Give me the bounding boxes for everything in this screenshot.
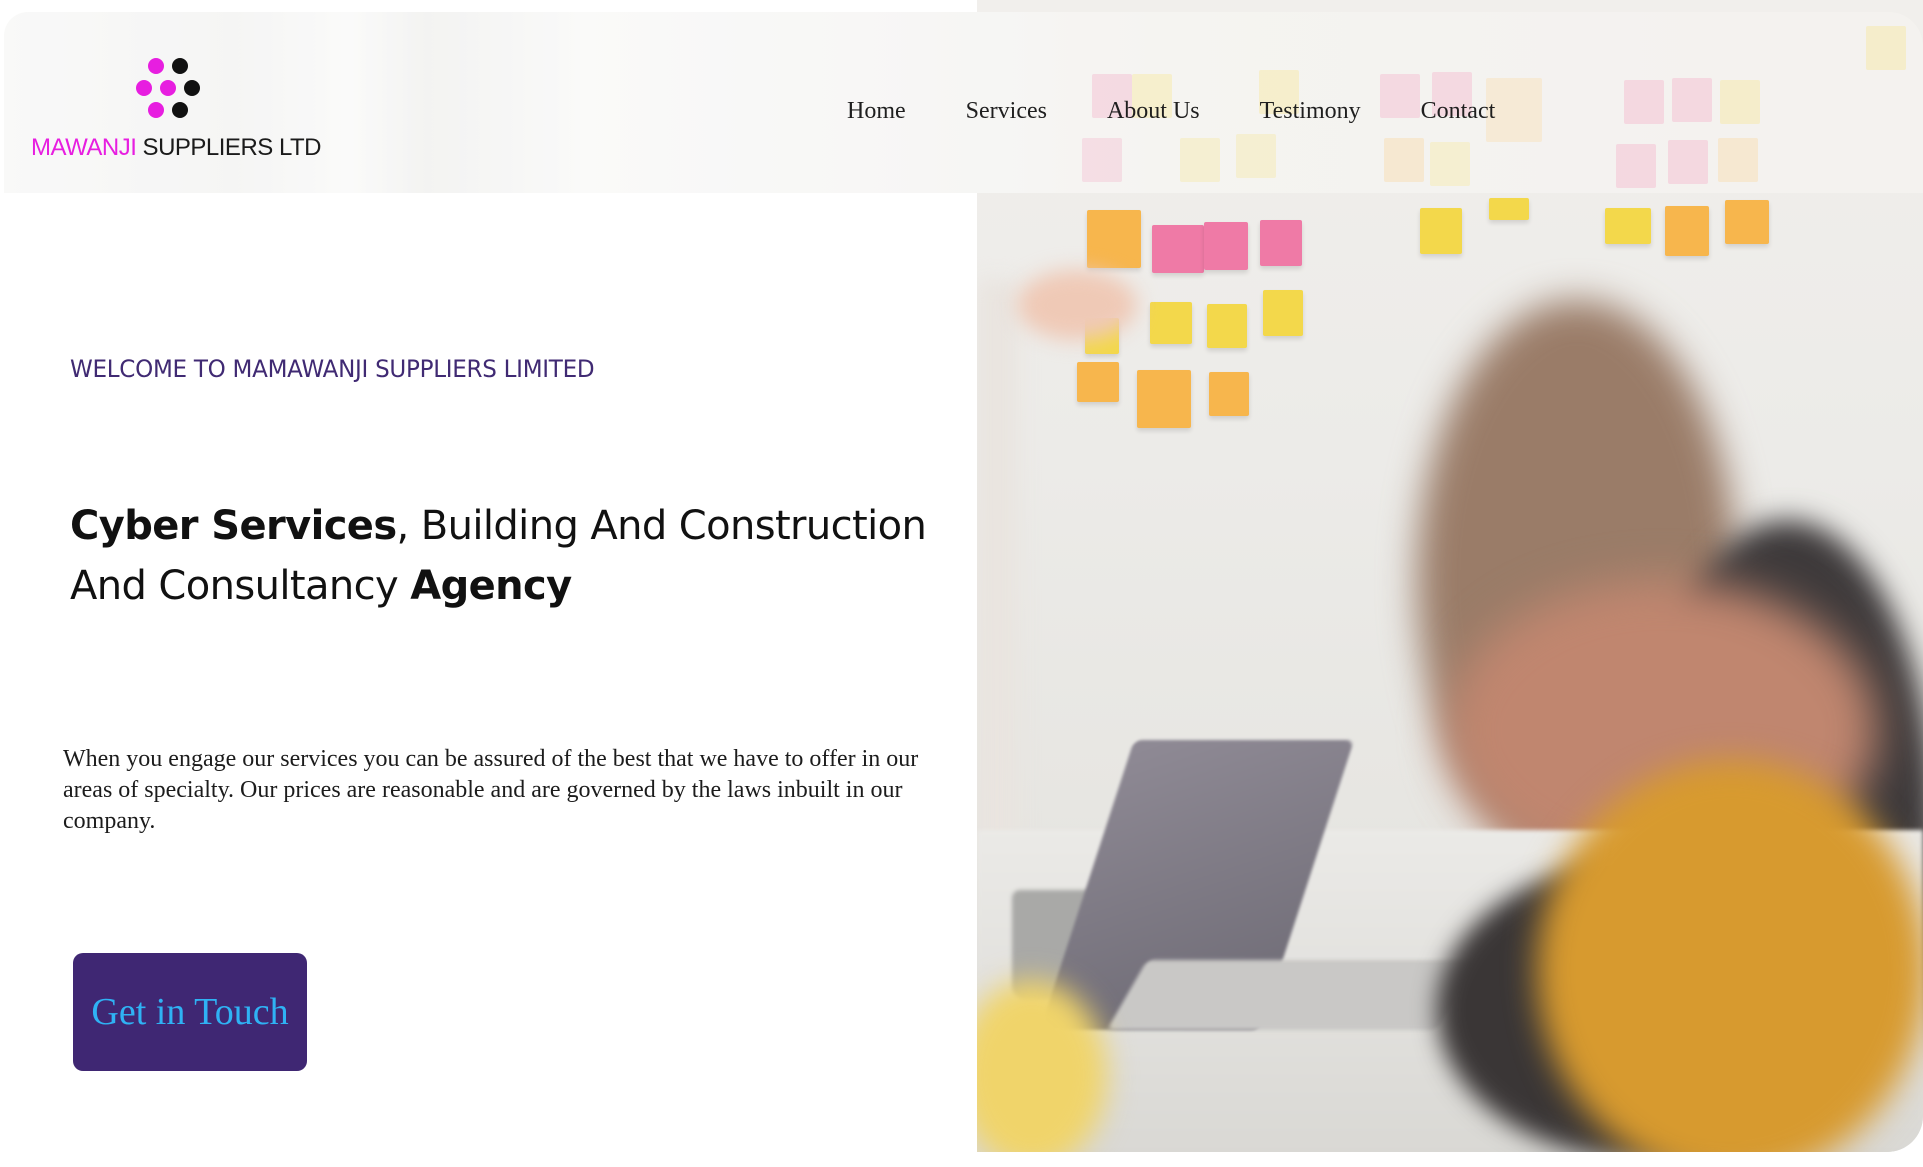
nav-services[interactable]: Services (966, 98, 1047, 125)
hero-headline: Cyber Services, Building And Constructio… (70, 496, 950, 616)
laptop-base (1106, 960, 1478, 1030)
brand-name-part1: MAWANJI (31, 134, 137, 161)
hero-description: When you engage our services you can be … (63, 746, 919, 834)
brand-logo[interactable]: MAWANJI SUPPLIERS LTD (31, 56, 322, 166)
nav-contact[interactable]: Contact (1421, 98, 1496, 125)
headline-bold-2: Agency (410, 563, 572, 609)
brand-name-part2: SUPPLIERS LTD (136, 134, 322, 161)
nav-home[interactable]: Home (847, 98, 906, 125)
headline-bold-1: Cyber Services (70, 503, 397, 549)
brand-name: MAWANJI SUPPLIERS LTD (31, 134, 322, 162)
nav-about-us[interactable]: About Us (1107, 98, 1200, 125)
header-bar: MAWANJI SUPPLIERS LTD Home Services Abou… (4, 12, 1923, 193)
welcome-heading: WELCOME TO MAMAWANJI SUPPLIERS LIMITED (70, 355, 595, 383)
get-in-touch-label: Get in Touch (91, 991, 289, 1033)
get-in-touch-button[interactable]: Get in Touch (73, 953, 307, 1071)
nav-testimony[interactable]: Testimony (1260, 98, 1361, 125)
main-nav: Home Services About Us Testimony Contact (847, 98, 1495, 125)
dots-logo-icon (134, 56, 200, 126)
landing-page: MAWANJI SUPPLIERS LTD Home Services Abou… (0, 0, 1923, 1167)
